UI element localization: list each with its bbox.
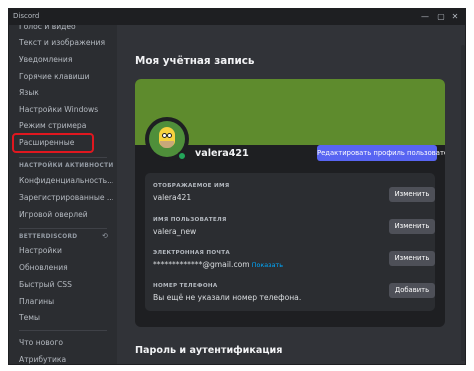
- sidebar-item-plugins[interactable]: Плагины: [13, 294, 113, 310]
- sidebar-item-hotkeys[interactable]: Горячие клавиши: [13, 69, 113, 85]
- sidebar-divider: [19, 157, 107, 158]
- sidebar-item-language[interactable]: Язык: [13, 85, 113, 101]
- account-fields: ОТОБРАЖАЕМОЕ ИМЯ valera421 Изменить ИМЯ …: [145, 173, 435, 311]
- more-icon[interactable]: ···: [239, 147, 248, 157]
- phone-label: НОМЕР ТЕЛЕФОНА: [153, 283, 218, 289]
- show-email-link[interactable]: Показать: [252, 261, 283, 269]
- sidebar-item-whats-new[interactable]: Что нового: [13, 335, 113, 351]
- sidebar-item-quick-css[interactable]: Быстрый CSS: [13, 277, 113, 293]
- sidebar-item-windows-settings[interactable]: Настройки Windows: [13, 102, 113, 118]
- edit-profile-button[interactable]: Редактировать профиль пользователя: [317, 145, 445, 161]
- discord-window: Discord — ▢ ✕ Голос и видео Текст и изоб…: [8, 8, 466, 365]
- titlebar: Discord — ▢ ✕: [9, 9, 465, 25]
- sidebar-item-themes[interactable]: Темы: [13, 310, 113, 326]
- sidebar-item-text-images[interactable]: Текст и изображения: [13, 35, 113, 51]
- sidebar-item-privacy[interactable]: Конфиденциальность...: [13, 173, 113, 189]
- sidebar-divider: [19, 228, 107, 229]
- sidebar-item-registered-games[interactable]: Зарегистрированные ...: [13, 190, 113, 206]
- email-label: ЭЛЕКТРОННАЯ ПОЧТА: [153, 250, 230, 256]
- sidebar-item-bd-updates[interactable]: Обновления: [13, 260, 113, 276]
- add-phone-button[interactable]: Добавить: [389, 283, 435, 298]
- app-title: Discord: [13, 12, 40, 20]
- email-row: *************@gmail.com Показать: [153, 260, 283, 269]
- account-card: valera421 ··· Редактировать профиль поль…: [135, 79, 445, 327]
- close-icon[interactable]: ✕: [447, 9, 463, 25]
- betterdiscord-header: BETTERDISCORD: [19, 234, 78, 240]
- sidebar-item-notifications[interactable]: Уведомления: [13, 52, 113, 68]
- sidebar-item-voice-video[interactable]: Голос и видео: [13, 25, 113, 35]
- email-value: *************@gmail.com: [153, 260, 250, 269]
- edit-username-button[interactable]: Изменить: [389, 219, 435, 234]
- display-name-label: ОТОБРАЖАЕМОЕ ИМЯ: [153, 183, 230, 189]
- activity-settings-header: НАСТРОЙКИ АКТИВНОСТИ: [19, 163, 114, 169]
- sidebar-item-bd-settings[interactable]: Настройки: [13, 243, 113, 259]
- highlight-annotation: [12, 133, 94, 153]
- minimize-icon[interactable]: —: [417, 9, 433, 25]
- edit-display-name-button[interactable]: Изменить: [389, 187, 435, 202]
- password-auth-title: Пароль и аутентификация: [135, 345, 283, 356]
- sidebar-divider: [19, 330, 107, 331]
- history-icon[interactable]: ⟲: [102, 232, 108, 240]
- username-value: valera_new: [153, 227, 197, 236]
- display-name-value: valera421: [153, 193, 192, 202]
- username-label: ИМЯ ПОЛЬЗОВАТЕЛЯ: [153, 217, 227, 223]
- online-status-icon: [177, 151, 187, 161]
- page-title: Моя учётная запись: [135, 55, 255, 67]
- sidebar-item-streamer-mode[interactable]: Режим стримера: [13, 118, 113, 134]
- main-content: Моя учётная запись valera421 ··· Редакти…: [117, 25, 465, 364]
- settings-sidebar: Голос и видео Текст и изображения Уведом…: [9, 25, 117, 364]
- scrollbar[interactable]: [461, 45, 465, 361]
- edit-email-button[interactable]: Изменить: [389, 251, 435, 266]
- sidebar-item-merch[interactable]: Атрибутика: [13, 352, 113, 364]
- phone-value: Вы ещё не указали номер телефона.: [153, 293, 302, 302]
- sidebar-item-game-overlay[interactable]: Игровой оверлей: [13, 207, 113, 223]
